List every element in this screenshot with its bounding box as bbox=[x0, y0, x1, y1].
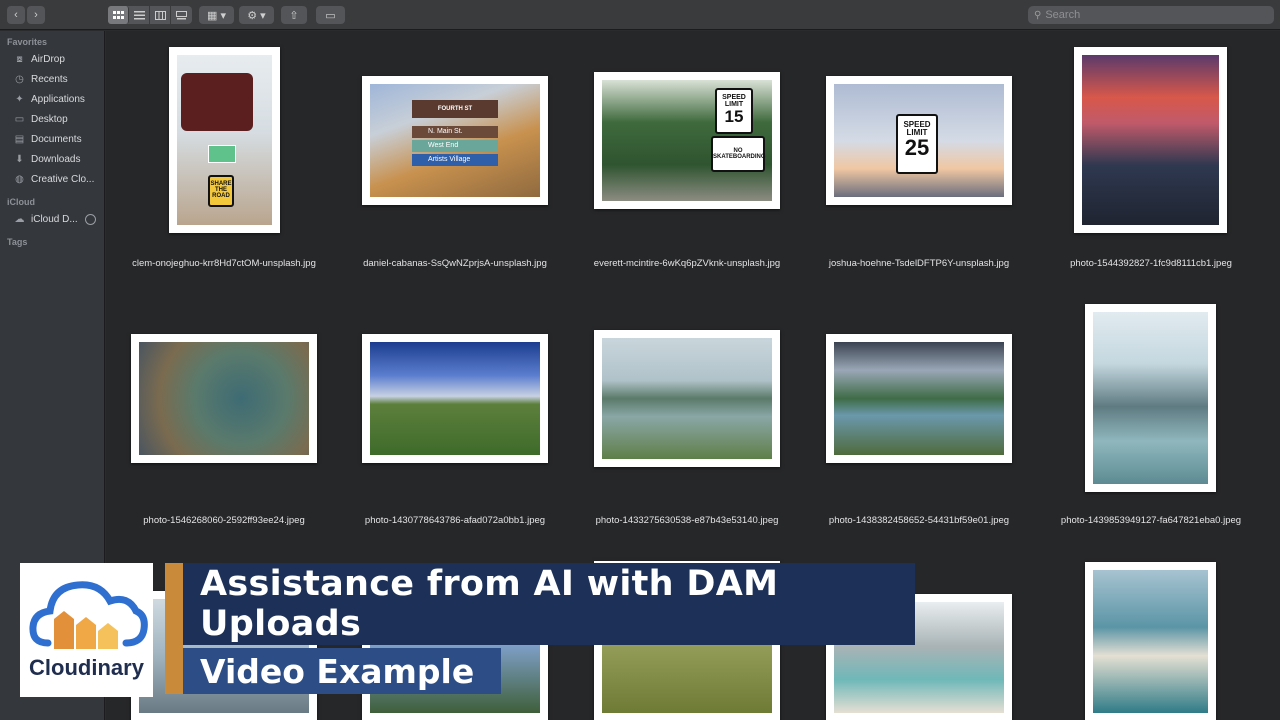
icloud-header: iCloud bbox=[7, 197, 35, 207]
file-thumbnail[interactable] bbox=[826, 334, 1012, 463]
sidebar-item-airdrop[interactable]: ⧇ AirDrop bbox=[0, 49, 104, 69]
sidebar-item-icloud-drive[interactable]: ☁ iCloud D... bbox=[0, 209, 104, 229]
desktop-icon: ▭ bbox=[14, 113, 25, 125]
street-sign-1: N. Main St. bbox=[412, 126, 498, 138]
sync-progress-icon bbox=[84, 213, 96, 225]
photo-green-field-sky bbox=[370, 342, 540, 455]
file-name[interactable]: everett-mcintire-6wKq6pZVknk-unsplash.jp… bbox=[567, 258, 807, 269]
tags-header: Tags bbox=[7, 237, 28, 247]
photo-street-signs: FOURTH ST N. Main St. West End Artists V… bbox=[370, 84, 540, 197]
file-thumbnail[interactable]: SPEED LIMIT 25 bbox=[826, 76, 1012, 205]
file-thumbnail[interactable] bbox=[1085, 304, 1216, 492]
photo-speed-limit-25: SPEED LIMIT 25 bbox=[834, 84, 1004, 197]
file-name[interactable]: photo-1438382458652-54431bf59e01.jpeg bbox=[799, 515, 1039, 526]
file-name[interactable]: photo-1433275630538-e87b43e53140.jpeg bbox=[567, 515, 807, 526]
photo-aerial-harbor bbox=[139, 342, 309, 455]
file-name[interactable]: daniel-cabanas-SsQwNZprjsA-unsplash.jpg bbox=[335, 258, 575, 269]
sidebar-item-applications[interactable]: ✦ Applications bbox=[0, 89, 104, 109]
gear-icon: ⚙ ▾ bbox=[247, 9, 266, 22]
photo-speed-limit-15: SPEED LIMIT 15 NO SKATEBOARDING bbox=[602, 80, 772, 201]
banner-subtitle: Video Example bbox=[200, 651, 475, 691]
icon-view-button[interactable] bbox=[108, 6, 129, 24]
banner-subtitle-bar: Video Example bbox=[183, 648, 501, 694]
file-name[interactable]: clem-onojeghuo-krr8Hd7ctOM-unsplash.jpg bbox=[104, 258, 344, 269]
cloud-icon: ☁ bbox=[14, 213, 25, 225]
banner-title-bar: Assistance from AI with DAM Uploads bbox=[183, 563, 915, 645]
file-thumbnail[interactable] bbox=[1085, 562, 1216, 720]
column-view-button[interactable] bbox=[150, 6, 171, 24]
speed-limit-15-sign: SPEED LIMIT 15 bbox=[715, 88, 753, 134]
banner-title: Assistance from AI with DAM Uploads bbox=[200, 564, 779, 644]
logo-wordmark: Cloudinary bbox=[29, 655, 144, 680]
chevron-left-icon: ‹ bbox=[14, 9, 18, 21]
tag-icon: ▭ bbox=[325, 9, 336, 22]
search-icon: ⚲ bbox=[1034, 9, 1042, 21]
document-icon: ▤ bbox=[14, 133, 25, 145]
sidebar-item-desktop[interactable]: ▭ Desktop bbox=[0, 109, 104, 129]
file-name[interactable]: photo-1544392827-1fc9d8111cb1.jpeg bbox=[1031, 258, 1271, 269]
cloudinary-logo: Cloudinary bbox=[20, 563, 153, 697]
file-name[interactable]: photo-1430778643786-afad072a0bb1.jpeg bbox=[335, 515, 575, 526]
photo-sea-cliffs bbox=[1093, 570, 1208, 713]
file-thumbnail[interactable]: SPEED LIMIT 15 NO SKATEBOARDING bbox=[594, 72, 780, 209]
action-button[interactable]: ⚙ ▾ bbox=[239, 6, 274, 24]
download-icon: ⬇ bbox=[15, 153, 24, 165]
file-thumbnail[interactable] bbox=[362, 334, 548, 463]
applications-icon: ✦ bbox=[15, 93, 24, 105]
gallery-icon bbox=[176, 10, 187, 19]
toolbar: ‹ › ▦ ▾ ⚙ ▾ ⇧ ▭ ⚲ bbox=[0, 0, 1280, 30]
grid-icon bbox=[112, 10, 124, 19]
street-sign-2: West End bbox=[412, 140, 498, 152]
sidebar-item-downloads[interactable]: ⬇ Downloads bbox=[0, 149, 104, 169]
back-button[interactable]: ‹ bbox=[7, 6, 25, 24]
columns-icon bbox=[154, 10, 166, 20]
search-field[interactable]: ⚲ bbox=[1028, 6, 1274, 24]
share-button[interactable]: ⇧ bbox=[281, 6, 307, 24]
bike-sign-shape bbox=[208, 145, 236, 163]
chevron-right-icon: › bbox=[34, 9, 38, 21]
forward-button[interactable]: › bbox=[27, 6, 45, 24]
gallery-view-button[interactable] bbox=[171, 6, 192, 24]
photo-crosswalk-signal: SHARE THE ROAD bbox=[177, 55, 272, 225]
photo-mountain-reflection bbox=[1093, 312, 1208, 484]
street-sign-3: Artists Village bbox=[412, 154, 498, 166]
file-name[interactable]: photo-1546268060-2592ff93ee24.jpeg bbox=[104, 515, 344, 526]
sidebar-item-creative-cloud[interactable]: ◍ Creative Clo... bbox=[0, 169, 104, 189]
search-input[interactable] bbox=[1045, 9, 1266, 21]
file-thumbnail[interactable]: SHARE THE ROAD bbox=[169, 47, 280, 233]
favorites-header: Favorites bbox=[7, 37, 48, 47]
street-title-sign: FOURTH ST bbox=[412, 100, 498, 118]
speed-limit-25-sign: SPEED LIMIT 25 bbox=[896, 114, 938, 174]
file-thumbnail[interactable] bbox=[594, 330, 780, 467]
file-name[interactable]: joshua-hoehne-TsdelDFTP6Y-unsplash.jpg bbox=[799, 258, 1039, 269]
crosswalk-signal-shape bbox=[181, 73, 253, 131]
photo-sunset-city-lake bbox=[1082, 55, 1219, 225]
view-mode-control bbox=[108, 6, 192, 24]
cloudinary-cloud-icon bbox=[29, 581, 148, 649]
clock-icon: ◷ bbox=[15, 73, 24, 85]
photo-valley-lake bbox=[834, 342, 1004, 455]
file-thumbnail[interactable]: FOURTH ST N. Main St. West End Artists V… bbox=[362, 76, 548, 205]
grid-dropdown-icon: ▦ ▾ bbox=[207, 9, 226, 22]
share-icon: ⇧ bbox=[289, 9, 299, 22]
airdrop-icon: ⧇ bbox=[16, 53, 23, 65]
share-road-sign: SHARE THE ROAD bbox=[208, 175, 234, 207]
edit-tags-button[interactable]: ▭ bbox=[316, 6, 345, 24]
no-skateboarding-sign: NO SKATEBOARDING bbox=[711, 136, 766, 172]
creative-cloud-icon: ◍ bbox=[15, 173, 24, 185]
group-by-button[interactable]: ▦ ▾ bbox=[199, 6, 234, 24]
file-name[interactable]: photo-1439853949127-fa647821eba0.jpeg bbox=[1031, 515, 1271, 526]
sidebar-item-documents[interactable]: ▤ Documents bbox=[0, 129, 104, 149]
file-thumbnail[interactable] bbox=[131, 334, 317, 463]
sidebar-item-recents[interactable]: ◷ Recents bbox=[0, 69, 104, 89]
list-view-button[interactable] bbox=[129, 6, 150, 24]
list-icon bbox=[133, 10, 145, 19]
banner-accent bbox=[165, 563, 183, 694]
photo-lake-mountains bbox=[602, 338, 772, 459]
file-thumbnail[interactable] bbox=[1074, 47, 1227, 233]
